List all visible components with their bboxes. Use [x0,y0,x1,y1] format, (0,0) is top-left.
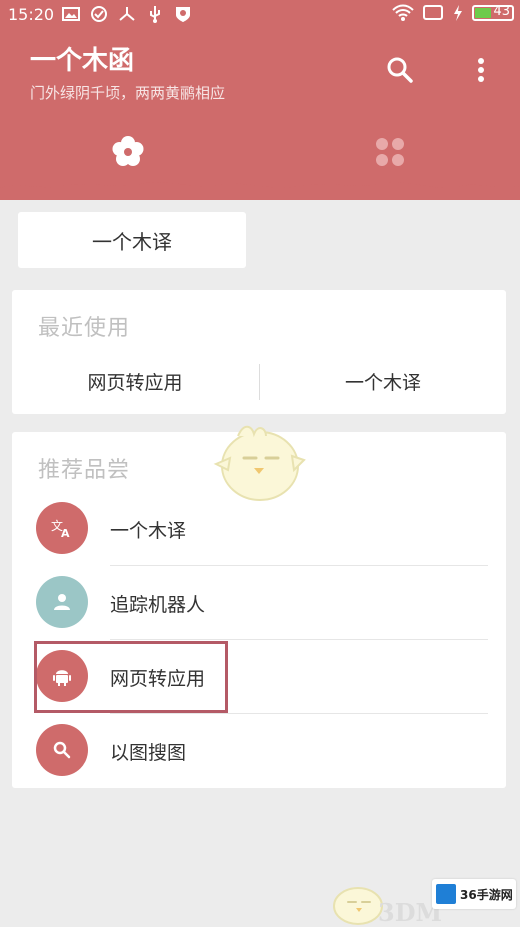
battery-level: 43 [493,4,510,19]
wifi-icon [392,4,414,21]
image-icon [62,7,80,21]
charging-icon [454,5,462,21]
screen-icon [423,5,443,20]
recent-title: 最近使用 [38,316,131,341]
recent-card: 最近使用 网页转应用 一个木译 [12,290,506,414]
person-icon [36,576,88,628]
app-title: 一个木函 [30,46,135,76]
recommend-title: 推荐品尝 [38,458,131,483]
status-time: 15:20 [8,5,55,24]
recent-item-translate[interactable]: 一个木译 [260,356,506,406]
recent-item-web-to-app[interactable]: 网页转应用 [12,356,258,406]
quick-app-card[interactable]: 一个木译 [18,212,246,268]
translate-icon: 文A [36,502,88,554]
app-subtitle: 门外绿阴千顷，两两黄鹂相应 [30,84,226,102]
recommend-item-label: 追踪机器人 [110,594,206,616]
tab-grid-icon[interactable] [370,132,410,172]
status-bar: 15:20 43 [0,0,520,30]
battery-fill [475,8,492,18]
check-circle-icon [91,6,107,22]
share-icon [119,7,135,21]
watermark-36: 36手游网 [432,879,516,909]
search-icon [36,724,88,776]
header-wave [0,168,520,188]
bird-mascot-icon [213,425,306,501]
search-icon[interactable] [384,54,416,86]
svg-text:A: A [61,527,70,540]
usb-icon [150,6,160,23]
recommend-item-image-search[interactable]: 以图搜图 [12,714,506,788]
watermark-36-text: 36手游网 [460,887,513,902]
shield-icon [176,7,190,22]
recommend-item-label: 网页转应用 [110,668,206,690]
recommend-item-web-to-app[interactable]: 网页转应用 [12,640,506,714]
tab-flower-icon[interactable] [108,132,148,172]
recommend-item-label: 一个木译 [110,520,187,542]
watermark-logo-icon [436,884,456,904]
android-icon [36,650,88,702]
more-vert-icon[interactable] [470,54,492,86]
recommend-item-tracking-robot[interactable]: 追踪机器人 [12,566,506,640]
recommend-item-label: 以图搜图 [110,742,187,764]
battery-icon: 43 [472,4,514,21]
